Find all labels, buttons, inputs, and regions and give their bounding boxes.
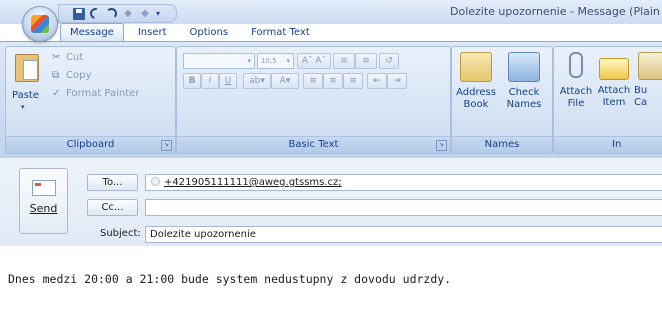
chevron-down-icon: ▾ — [286, 57, 290, 65]
to-button[interactable]: To... — [87, 174, 138, 191]
names-group: Address Book Check Names Names — [451, 46, 553, 154]
highlight-button[interactable]: ab▾ — [243, 73, 271, 89]
to-field[interactable]: +421905111111@aweg.gtssms.cz; — [145, 174, 662, 191]
tab-format-text[interactable]: Format Text — [242, 24, 319, 41]
redo-icon[interactable] — [106, 8, 117, 19]
font-name-combo[interactable]: ▾ — [183, 53, 255, 69]
window-title: Dolezite upozornenie - Message (Plain T — [450, 5, 662, 18]
check-names-icon — [508, 52, 540, 82]
save-icon[interactable] — [73, 7, 85, 20]
names-group-label: Names — [452, 136, 552, 153]
cc-button[interactable]: Cc... — [87, 199, 138, 216]
align-center-button[interactable]: ≡ — [323, 73, 343, 89]
business-card-label-1: Bu — [634, 85, 648, 96]
business-card-icon — [638, 52, 662, 80]
basic-text-group: ▾ 10,5 ▾ Aˆ Aˇ ≡ ≡ ↺ B I U ab▾ A▾ ≡ ≡ ≡ ⇤… — [176, 46, 451, 154]
paste-icon — [15, 54, 39, 82]
grow-shrink-font-button[interactable]: Aˆ Aˇ — [297, 53, 331, 69]
align-left-button[interactable]: ≡ — [303, 73, 323, 89]
attach-item-button[interactable]: Attach Item — [592, 52, 636, 109]
send-label: Send — [29, 202, 58, 215]
arrow-down-icon[interactable]: ◆ — [139, 8, 151, 20]
send-button[interactable]: Send — [19, 168, 68, 234]
copy-button[interactable]: ⧉ Copy — [52, 70, 91, 81]
check-names-label-2: Names — [506, 99, 542, 110]
format-painter-icon: ✓ — [52, 88, 61, 99]
to-recipient[interactable]: +421905111111@aweg.gtssms.cz; — [164, 177, 342, 188]
include-group: Attach File Attach Item Bu Ca In — [553, 46, 662, 154]
business-card-button[interactable]: Bu Ca — [634, 52, 662, 109]
clear-formatting-button[interactable]: ↺ — [379, 53, 399, 69]
message-header: Send To... +421905111111@aweg.gtssms.cz;… — [0, 157, 662, 246]
bullets-button[interactable]: ≡ — [333, 53, 355, 69]
cut-button[interactable]: ✂ Cut — [52, 52, 83, 63]
copy-label: Copy — [66, 70, 92, 81]
paperclip-icon — [569, 52, 583, 78]
font-size-value: 10,5 — [261, 57, 277, 65]
paste-dropdown-icon[interactable]: ▾ — [21, 103, 25, 111]
cc-field[interactable] — [145, 199, 662, 216]
subject-label: Subject: — [100, 228, 141, 239]
scissors-icon: ✂ — [52, 52, 61, 63]
basic-text-title: Basic Text — [288, 139, 339, 150]
address-book-icon — [460, 52, 492, 82]
basic-text-group-label: Basic Text ↘ — [177, 136, 450, 153]
format-painter-label: Format Painter — [66, 88, 140, 99]
contact-status-icon — [151, 177, 160, 186]
format-painter-button[interactable]: ✓ Format Painter — [52, 88, 139, 99]
customize-dropdown-icon[interactable]: ▾ — [156, 8, 168, 20]
align-right-button[interactable]: ≡ — [343, 73, 363, 89]
chevron-down-icon: ▾ — [247, 57, 251, 65]
arrow-up-icon[interactable]: ◆ — [122, 8, 134, 20]
clipboard-group-label: Clipboard ↘ — [6, 136, 175, 153]
address-book-label-1: Address — [456, 87, 496, 98]
bold-button[interactable]: B — [183, 73, 201, 89]
numbering-button[interactable]: ≡ — [355, 53, 377, 69]
italic-button[interactable]: I — [201, 73, 219, 89]
tab-insert[interactable]: Insert — [129, 24, 176, 41]
office-logo-icon — [31, 15, 49, 33]
decrease-indent-button[interactable]: ⇤ — [367, 73, 387, 89]
ribbon: Paste ▾ ✂ Cut ⧉ Copy ✓ Format Painter Clipb… — [0, 41, 662, 158]
business-card-label-2: Ca — [634, 97, 648, 108]
envelope-icon — [31, 180, 56, 196]
address-book-label-2: Book — [463, 99, 489, 110]
check-names-button[interactable]: Check Names — [502, 52, 546, 111]
undo-icon[interactable] — [87, 5, 104, 22]
underline-button[interactable]: U — [219, 73, 237, 89]
office-button[interactable] — [22, 6, 58, 42]
address-book-button[interactable]: Address Book — [454, 52, 498, 111]
copy-icon: ⧉ — [52, 70, 60, 81]
attach-item-label-2: Item — [602, 97, 626, 108]
clipboard-title: Clipboard — [66, 139, 115, 150]
title-bar: ◆ ◆ ▾ Dolezite upozornenie - Message (Pl… — [0, 0, 662, 24]
message-body[interactable]: Dnes medzi 20:00 a 21:00 bude system ned… — [8, 272, 451, 286]
attach-item-label-1: Attach — [597, 85, 631, 96]
subject-field[interactable]: Dolezite upozornenie — [145, 226, 662, 243]
tab-options[interactable]: Options — [181, 24, 238, 41]
quick-access-toolbar: ◆ ◆ ▾ — [58, 4, 177, 23]
paste-label: Paste — [12, 90, 39, 101]
font-size-combo[interactable]: 10,5 ▾ — [257, 53, 294, 69]
ribbon-tabs: Message Insert Options Format Text — [60, 23, 324, 41]
clipboard-group: Paste ▾ ✂ Cut ⧉ Copy ✓ Format Painter Clipb… — [5, 46, 176, 154]
envelope-icon — [599, 58, 629, 80]
cut-label: Cut — [66, 52, 84, 63]
compose-area: Send To... +421905111111@aweg.gtssms.cz;… — [0, 157, 662, 310]
increase-indent-button[interactable]: ⇥ — [387, 73, 407, 89]
tab-message[interactable]: Message — [60, 23, 124, 41]
basic-text-launcher-icon[interactable]: ↘ — [436, 140, 447, 151]
check-names-label-1: Check — [508, 87, 540, 98]
clipboard-launcher-icon[interactable]: ↘ — [161, 140, 172, 151]
font-color-button[interactable]: A▾ — [271, 73, 299, 89]
include-group-label: In — [554, 136, 662, 153]
